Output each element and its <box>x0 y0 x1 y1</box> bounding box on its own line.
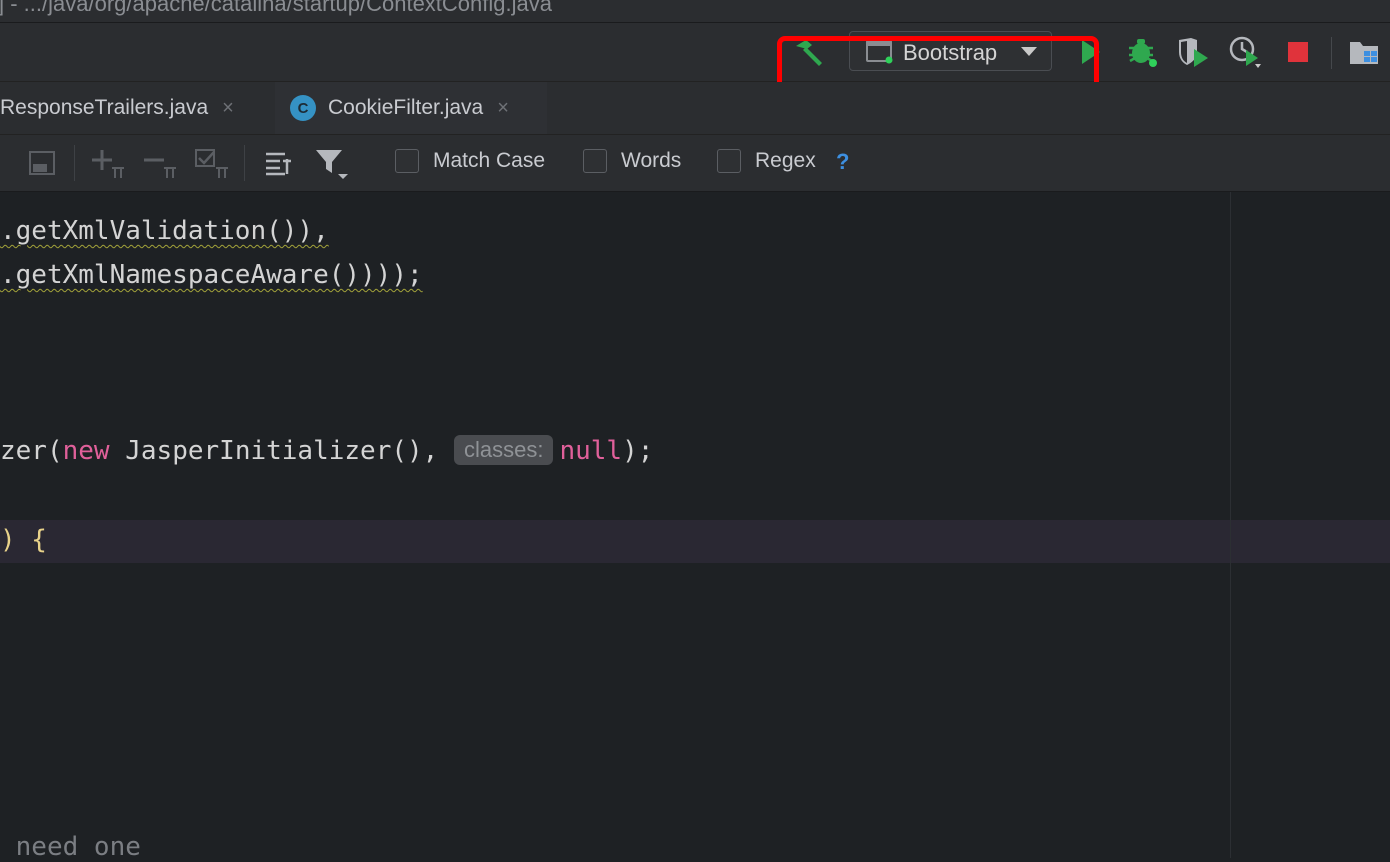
words-checkbox[interactable] <box>583 149 607 173</box>
code-text: .getXmlNamespaceAware()))); <box>0 260 423 290</box>
current-line-highlight <box>0 520 1390 563</box>
window-title-bar: ] - .../java/org/apache/catalina/startup… <box>0 0 1390 23</box>
tab-response-trailers[interactable]: ResponseTrailers.java × <box>0 82 270 134</box>
match-case-checkbox[interactable] <box>395 149 419 173</box>
close-icon[interactable]: × <box>497 97 509 120</box>
match-case-option[interactable]: Match Case <box>395 149 545 173</box>
filter-icon[interactable] <box>314 148 350 179</box>
findbar-separator <box>74 145 75 181</box>
run-configuration-label: Bootstrap <box>903 40 998 65</box>
build-hammer-icon[interactable] <box>791 35 827 69</box>
code-line: ) { <box>0 525 47 555</box>
tab-label: ResponseTrailers.java <box>0 96 209 119</box>
profile-icon[interactable] <box>1227 35 1263 69</box>
select-all-occurrences-icon[interactable] <box>194 148 230 178</box>
application-config-icon <box>866 40 894 69</box>
code-line: .getXmlValidation()), <box>0 216 329 246</box>
code-line: .getXmlNamespaceAware()))); <box>0 260 423 290</box>
parameter-hint: classes: <box>453 435 554 465</box>
words-option[interactable]: Words <box>583 149 681 173</box>
words-label: Words <box>621 149 682 172</box>
run-icon[interactable] <box>1072 35 1108 69</box>
keyword-new: new <box>62 436 110 466</box>
regex-label: Regex <box>755 149 816 172</box>
code-text: .getXmlValidation()), <box>0 216 329 246</box>
match-case-label: Match Case <box>433 149 546 172</box>
tab-label: CookieFilter.java <box>328 96 484 119</box>
add-occurrence-icon[interactable] <box>90 148 126 178</box>
code-text: ) { <box>0 525 47 555</box>
chevron-down-icon <box>1021 47 1037 56</box>
keyword-null: null <box>559 436 623 466</box>
code-text: JasperInitializer(), <box>109 436 454 466</box>
editor-tabs: ResponseTrailers.java × C CookieFilter.j… <box>0 82 1390 135</box>
regex-option[interactable]: Regex <box>717 149 816 173</box>
run-configuration-selector[interactable]: Bootstrap <box>849 31 1052 71</box>
main-toolbar: Bootstrap <box>0 23 1390 103</box>
stop-icon[interactable] <box>1280 35 1316 69</box>
toolbar-separator <box>1331 37 1332 69</box>
regex-help-icon[interactable]: ? <box>836 149 849 175</box>
find-bar: Match Case Words Regex ? <box>0 135 1390 192</box>
code-text: ); <box>622 436 654 466</box>
class-icon: C <box>290 95 316 121</box>
regex-checkbox[interactable] <box>717 149 741 173</box>
close-icon[interactable]: × <box>222 97 234 120</box>
right-margin-guide <box>1230 192 1231 858</box>
filter-search-results-icon[interactable] <box>262 148 296 178</box>
code-text: zer( <box>0 436 63 466</box>
remove-occurrence-icon[interactable] <box>142 148 178 178</box>
coverage-icon[interactable] <box>1175 35 1211 69</box>
code-line: zer(new JasperInitializer(), classes: nul… <box>0 435 654 467</box>
debug-icon[interactable] <box>1124 35 1160 69</box>
tab-cookie-filter[interactable]: C CookieFilter.java × <box>275 82 547 134</box>
findbar-separator <box>244 145 245 181</box>
code-editor[interactable]: .getXmlValidation()), .getXmlNamespaceAw… <box>0 192 1390 862</box>
pin-window-icon[interactable] <box>28 148 56 178</box>
window-title: ] - .../java/org/apache/catalina/startup… <box>0 0 552 16</box>
project-structure-icon[interactable] <box>1346 35 1382 69</box>
